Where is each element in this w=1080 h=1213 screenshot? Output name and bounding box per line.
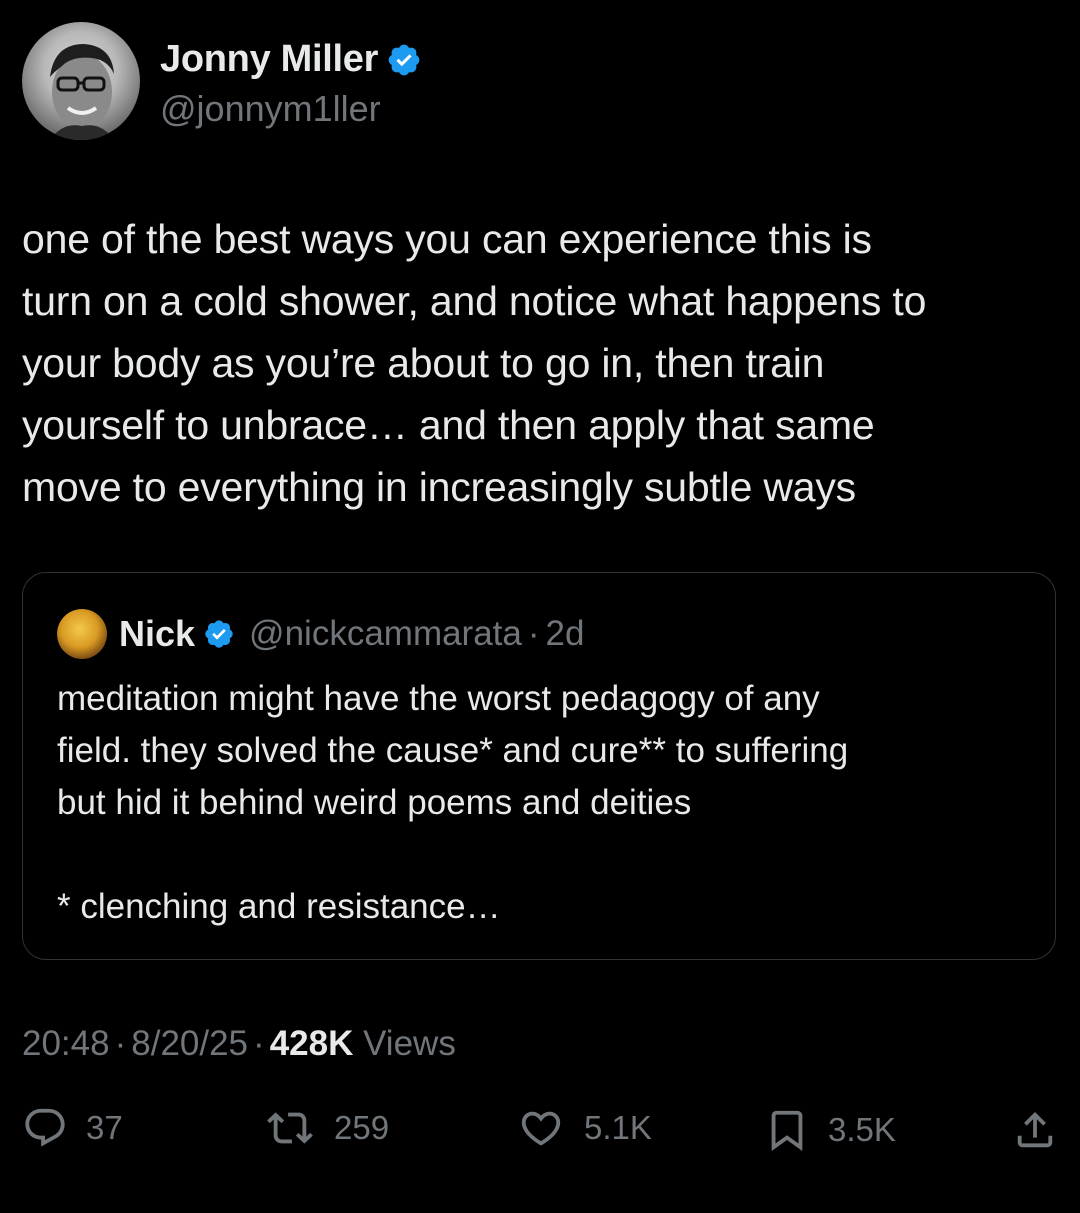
share-button[interactable]	[1012, 1105, 1058, 1155]
reply-icon	[25, 1108, 65, 1147]
tweet-text: one of the best ways you can experience …	[22, 208, 1062, 518]
tweet-header: Jonny Miller @jonnym1ller	[22, 22, 722, 142]
reply-button[interactable]: 37	[22, 1105, 123, 1151]
quoted-text-line: but hid it behind weird poems and deitie…	[57, 783, 692, 822]
bookmark-icon	[771, 1110, 803, 1151]
verified-badge-icon	[388, 44, 420, 75]
separator-dot: ·	[527, 614, 540, 653]
views-count: 428K	[269, 1024, 354, 1063]
author-avatar[interactable]	[22, 22, 140, 140]
tweet-date[interactable]: 8/20/25	[131, 1024, 248, 1063]
verified-badge-icon	[205, 620, 233, 648]
tweet-text-line: yourself to unbrace… and then apply that…	[22, 402, 875, 448]
author-name[interactable]: Jonny Miller	[160, 38, 378, 81]
tweet-time[interactable]: 20:48	[22, 1024, 110, 1063]
author-handle[interactable]: @jonnym1ller	[160, 88, 381, 130]
share-icon	[1017, 1111, 1053, 1148]
separator-dot: ·	[253, 1024, 265, 1063]
repost-icon	[267, 1112, 313, 1144]
tweet-meta: 20:48 · 8/20/25 · 428K Views	[22, 1024, 456, 1064]
views-label: Views	[363, 1024, 456, 1063]
quoted-text-footnote: * clenching and resistance…	[57, 887, 501, 926]
tweet-text-line: move to everything in increasingly subtl…	[22, 464, 856, 510]
like-count: 5.1K	[584, 1109, 652, 1146]
heart-icon	[521, 1111, 561, 1146]
quoted-author-handle[interactable]: @nickcammarata	[249, 614, 522, 654]
quoted-tweet-age[interactable]: 2d	[546, 614, 585, 654]
quoted-tweet-card[interactable]: Nick @nickcammarata · 2d meditation migh…	[22, 572, 1056, 960]
quoted-tweet-header: Nick @nickcammarata · 2d	[57, 609, 584, 659]
bookmark-button[interactable]: 3.5K	[764, 1105, 896, 1155]
quoted-tweet-text: meditation might have the worst pedagogy…	[57, 673, 1037, 933]
action-bar: 37 259 5.1K 3.5K	[0, 1105, 1080, 1165]
tweet-text-line: your body as you’re about to go in, then…	[22, 340, 825, 386]
separator-dot: ·	[114, 1024, 127, 1063]
repost-button[interactable]: 259	[264, 1105, 389, 1151]
quoted-text-line: meditation might have the worst pedagogy…	[57, 679, 820, 718]
profile-photo-icon	[50, 44, 114, 140]
quoted-text-line: field. they solved the cause* and cure**…	[57, 731, 849, 770]
tweet-text-line: turn on a cold shower, and notice what h…	[22, 278, 927, 324]
quoted-author-avatar[interactable]	[57, 609, 107, 659]
bookmark-count: 3.5K	[828, 1111, 896, 1148]
quoted-author-name[interactable]: Nick	[119, 613, 195, 655]
reply-count: 37	[86, 1109, 123, 1146]
like-button[interactable]: 5.1K	[516, 1105, 652, 1151]
repost-count: 259	[334, 1109, 390, 1146]
tweet-text-line: one of the best ways you can experience …	[22, 216, 872, 262]
